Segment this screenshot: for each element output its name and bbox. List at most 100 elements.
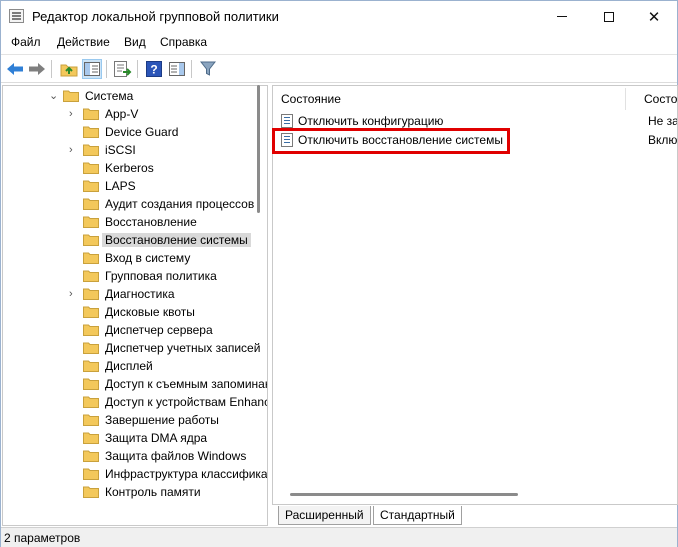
tree-item[interactable]: Завершение работы <box>3 411 255 429</box>
folder-icon <box>83 216 99 228</box>
folder-icon <box>83 486 99 498</box>
tree-item[interactable]: Device Guard <box>3 123 255 141</box>
tree-item-label: Завершение работы <box>105 413 219 427</box>
toolbar: ? <box>1 54 677 83</box>
tree-item[interactable]: Инфраструктура классификации файлов <box>3 465 267 483</box>
tree-item-label: Инфраструктура классификации файлов <box>105 467 268 481</box>
menu-bar: Файл Действие Вид Справка <box>1 32 677 53</box>
tree-item[interactable]: Защита файлов Windows <box>3 447 255 465</box>
tree-scrollbar-thumb[interactable] <box>257 85 260 213</box>
status-text: 2 параметров <box>4 531 81 545</box>
tree-item[interactable]: LAPS <box>3 177 255 195</box>
tree-item[interactable]: Групповая политика <box>3 267 255 285</box>
properties-pane-button[interactable] <box>167 59 187 79</box>
tab-extended[interactable]: Расширенный <box>278 506 371 525</box>
maximize-icon <box>604 11 614 22</box>
folder-icon <box>83 180 99 192</box>
tree-item[interactable]: › iSCSI <box>3 141 255 159</box>
folder-icon <box>83 162 99 174</box>
help-icon: ? <box>146 61 162 77</box>
folder-icon <box>83 432 99 444</box>
policy-tree[interactable]: ⌄ Система › App-V Device Guard › iSCSI Kerber… <box>2 85 268 526</box>
title-bar[interactable]: Редактор локальной групповой политики ✕ <box>1 1 677 32</box>
toolbar-separator <box>106 60 107 78</box>
export-list-button[interactable] <box>113 59 133 79</box>
maximize-button[interactable] <box>586 1 632 32</box>
chevron-right-icon[interactable]: › <box>69 144 79 156</box>
help-button[interactable]: ? <box>144 59 164 79</box>
folder-icon <box>83 468 99 480</box>
properties-pane-icon <box>169 62 185 76</box>
column-header-setting[interactable]: Состояние <box>281 92 341 106</box>
tab-standard[interactable]: Стандартный <box>373 506 462 525</box>
column-header-state[interactable]: Состояние <box>644 92 677 106</box>
app-icon <box>9 9 24 23</box>
folder-icon <box>83 306 99 318</box>
tree-item[interactable]: Диспетчер учетных записей <box>3 339 260 357</box>
menu-help[interactable]: Справка <box>160 35 207 49</box>
tree-item[interactable]: Доступ к устройствам Enhanced Storage <box>3 393 267 411</box>
back-button[interactable] <box>5 59 25 79</box>
menu-file[interactable]: Файл <box>11 35 41 49</box>
tree-item[interactable]: Контроль памяти <box>3 483 255 501</box>
filter-icon <box>200 61 216 76</box>
tree-item-label: App-V <box>105 107 139 121</box>
folder-icon <box>83 270 99 282</box>
tree-item[interactable]: Вход в систему <box>3 249 255 267</box>
forward-arrow-icon <box>29 63 45 75</box>
tree-item-label: Групповая политика <box>105 269 217 283</box>
folder-icon <box>83 450 99 462</box>
folder-icon <box>83 324 99 336</box>
column-divider[interactable] <box>625 88 626 110</box>
filter-button[interactable] <box>198 59 218 79</box>
show-hide-tree-button[interactable] <box>82 59 102 79</box>
list-scrollbar-thumb[interactable] <box>290 493 518 496</box>
tree-item-label: Доступ к съемным запоминающим устройства… <box>105 377 267 391</box>
policy-setting-icon <box>281 114 293 128</box>
svg-text:?: ? <box>150 63 157 77</box>
tree-item[interactable]: Восстановление системы <box>3 231 255 249</box>
chevron-down-icon[interactable]: ⌄ <box>49 90 59 102</box>
tree-item-label: LAPS <box>105 179 136 193</box>
tree-item[interactable]: › Диагностика <box>3 285 255 303</box>
view-tabs: Расширенный Стандартный <box>272 506 678 526</box>
tree-item[interactable]: Доступ к съемным запоминающим устройства… <box>3 375 267 393</box>
up-level-button[interactable] <box>59 59 79 79</box>
tree-item[interactable]: Защита DMA ядра <box>3 429 255 447</box>
folder-icon <box>83 378 99 390</box>
tree-item-label: Диагностика <box>105 287 175 301</box>
tree-item[interactable]: Диспетчер сервера <box>3 321 255 339</box>
tree-item[interactable]: › App-V <box>3 105 255 123</box>
close-icon: ✕ <box>647 8 661 26</box>
minimize-button[interactable] <box>539 1 585 32</box>
close-button[interactable]: ✕ <box>631 1 677 32</box>
chevron-right-icon[interactable]: › <box>69 108 79 120</box>
tree-item[interactable]: Дисплей <box>3 357 255 375</box>
tree-item[interactable]: Kerberos <box>3 159 255 177</box>
gpedit-window: Редактор локальной групповой политики ✕ … <box>0 0 678 547</box>
highlight-box <box>272 128 510 154</box>
tree-item-label: Восстановление системы <box>102 233 251 247</box>
tree-item[interactable]: Дисковые квоты <box>3 303 255 321</box>
tree-item[interactable]: Восстановление <box>3 213 255 231</box>
minimize-icon <box>557 16 567 17</box>
toolbar-separator <box>191 60 192 78</box>
chevron-right-icon[interactable]: › <box>69 288 79 300</box>
tree-item-label: Доступ к устройствам Enhanced Storage <box>105 395 267 409</box>
menu-action[interactable]: Действие <box>57 35 110 49</box>
folder-icon <box>83 252 99 264</box>
tree-item-label: Контроль памяти <box>105 485 201 499</box>
tree-item[interactable]: Аудит создания процессов <box>3 195 255 213</box>
show-hide-tree-icon <box>84 62 100 76</box>
tree-item-label: Дисковые квоты <box>105 305 195 319</box>
forward-button[interactable] <box>27 59 47 79</box>
folder-icon <box>83 360 99 372</box>
setting-state: Не задана <box>648 114 677 128</box>
menu-view[interactable]: Вид <box>124 35 146 49</box>
tree-item-label: Система <box>85 89 134 103</box>
tree-item-label: Диспетчер учетных записей <box>105 341 261 355</box>
tree-item-label: Аудит создания процессов <box>105 197 255 211</box>
setting-name: Отключить конфигурацию <box>298 114 444 128</box>
up-folder-icon <box>60 64 78 77</box>
tree-item-system[interactable]: ⌄ Система <box>3 87 255 105</box>
